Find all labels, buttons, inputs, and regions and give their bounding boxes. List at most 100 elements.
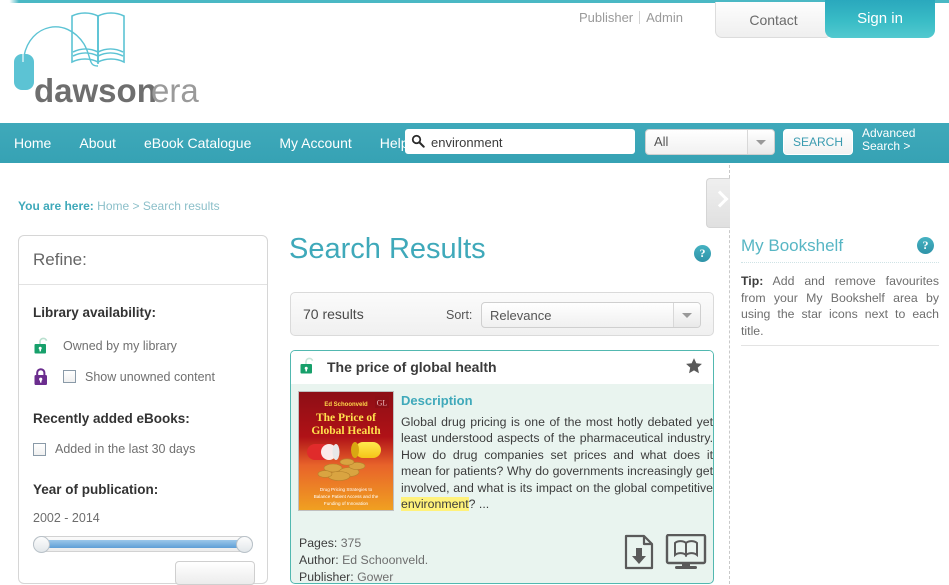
svg-text:GL: GL: [377, 399, 388, 408]
logo-wordmark-light: era: [151, 72, 199, 109]
year-slider-handle-min[interactable]: [33, 536, 50, 553]
page-root: Publisher Admin Contact Sign in dawson e…: [0, 0, 949, 585]
nav-item-about[interactable]: About: [65, 123, 130, 163]
results-sort-bar: 70 results Sort: Relevance: [290, 292, 714, 336]
search-input[interactable]: [429, 130, 633, 155]
bookshelf-panel: [733, 165, 949, 584]
cover-subtitle-2: Balance Patient Access and the: [314, 494, 379, 499]
breadcrumb-prefix: You are here:: [18, 199, 94, 213]
breadcrumb-separator: >: [132, 199, 140, 213]
year-slider-fill: [44, 540, 244, 548]
description-text: Global drug pricing is one of the most h…: [401, 414, 713, 512]
show-unowned-checkbox[interactable]: [63, 370, 76, 383]
search-wrap: [405, 129, 635, 155]
breadcrumb-home[interactable]: Home: [97, 199, 129, 213]
nav-item-home[interactable]: Home: [0, 123, 65, 163]
cover-author: Ed Schoonveld: [324, 402, 368, 408]
show-unowned-label: Show unowned content: [85, 370, 215, 384]
added-last-30-label: Added in the last 30 days: [55, 442, 196, 456]
bookshelf-tip-label: Tip:: [741, 274, 764, 288]
result-title-link[interactable]: The price of global health: [327, 359, 497, 375]
bookshelf-tip: Tip: Add and remove favourites from your…: [741, 273, 939, 339]
bookshelf-title-rule: [741, 262, 939, 263]
author-row: Author: Ed Schoonveld.: [299, 552, 428, 569]
refine-panel: Refine: Library availability: Owned by m…: [18, 235, 268, 585]
pages-key: Pages:: [299, 536, 338, 550]
top-links: Publisher Admin: [573, 10, 689, 25]
result-card-header: The price of global health: [291, 351, 713, 384]
search-button[interactable]: SEARCH: [783, 129, 853, 155]
show-unowned-row: Show unowned content: [33, 367, 253, 389]
chevron-down-icon: [756, 140, 766, 145]
search-box[interactable]: [405, 129, 635, 155]
bookshelf-bottom-rule: [741, 345, 939, 346]
search-scope-value: All: [654, 134, 669, 149]
search-scope-arrow[interactable]: [747, 130, 774, 154]
added-last-30-checkbox[interactable]: [33, 443, 46, 456]
added-last-30-row: Added in the last 30 days: [33, 440, 253, 460]
publisher-value: Gower: [357, 570, 394, 584]
refine-apply-button[interactable]: [175, 561, 255, 585]
author-value: Ed Schoonveld.: [342, 553, 429, 567]
sort-select-arrow[interactable]: [673, 303, 700, 327]
advanced-search-link[interactable]: Advanced Search >: [862, 127, 942, 153]
year-slider-handle-max[interactable]: [236, 536, 253, 553]
results-help-icon[interactable]: ?: [694, 245, 711, 262]
year-range-slider[interactable]: [33, 536, 253, 553]
owned-by-library-row: Owned by my library: [33, 336, 253, 358]
pages-value: 375: [340, 536, 362, 550]
logo-wordmark-bold: dawson: [34, 72, 157, 109]
sign-in-button[interactable]: Sign in: [825, 0, 935, 38]
cover-subtitle-1: Drug Pricing Strategies to: [320, 487, 373, 492]
chevron-down-icon: [682, 313, 692, 318]
nav-item-ebook-catalogue[interactable]: eBook Catalogue: [130, 123, 265, 163]
search-icon: [411, 134, 425, 148]
lock-open-icon: [300, 357, 314, 374]
cover-title-1: The Price of: [316, 412, 376, 424]
year-range-value: 2002 - 2014: [33, 511, 100, 525]
refine-body: Library availability: Owned by my librar…: [19, 285, 267, 585]
nav-items: Home About eBook Catalogue My Account Help: [0, 123, 423, 163]
description-text-pre: Global drug pricing is one of the most h…: [401, 415, 713, 495]
bookshelf-tip-text: Add and remove favourites from your My B…: [741, 274, 939, 338]
star-icon[interactable]: [685, 357, 703, 375]
breadcrumb-current: Search results: [142, 199, 220, 213]
sort-select[interactable]: Relevance: [481, 302, 701, 328]
library-availability-heading: Library availability:: [33, 305, 157, 320]
results-count: 70 results: [303, 306, 364, 322]
year-of-publication-heading: Year of publication:: [33, 482, 159, 497]
bookshelf-title: My Bookshelf: [741, 236, 844, 255]
description-heading: Description: [401, 393, 473, 408]
bookshelf-help-icon[interactable]: ?: [917, 237, 934, 254]
description-highlight: environment: [401, 497, 469, 512]
recently-added-heading: Recently added eBooks:: [33, 411, 190, 426]
sort-selected-value: Relevance: [490, 308, 552, 323]
download-icon[interactable]: [624, 534, 654, 570]
author-key: Author:: [299, 553, 339, 567]
breadcrumb: You are here: Home > Search results: [18, 199, 220, 213]
cover-title-2: Global Health: [311, 425, 381, 437]
sort-label: Sort:: [446, 308, 473, 322]
main-navigation-bar: HomeAbouteBook CatalogueMy AccountHelp A…: [0, 123, 949, 163]
nav-item-my-account[interactable]: My Account: [265, 123, 365, 163]
dawsonera-logo[interactable]: dawson era: [10, 10, 230, 110]
owned-by-library-label: Owned by my library: [63, 339, 177, 353]
publisher-key: Publisher:: [299, 570, 354, 584]
pages-row: Pages: 375: [299, 535, 428, 552]
contact-button[interactable]: Contact: [715, 2, 832, 38]
cover-subtitle-3: Funding of Innovation: [324, 501, 369, 506]
bookshelf-collapse-toggle[interactable]: [706, 178, 730, 228]
refine-heading: Refine:: [19, 236, 267, 285]
lock-closed-icon: [34, 368, 47, 385]
chevron-right-icon: [711, 190, 729, 208]
book-cover-thumbnail[interactable]: Ed Schoonveld The Price of Global Health…: [298, 391, 394, 511]
publisher-row: Publisher: Gower: [299, 569, 428, 584]
admin-link[interactable]: Admin: [640, 10, 689, 25]
lock-open-icon: [34, 337, 48, 354]
description-text-post: ? ...: [468, 497, 490, 512]
result-metadata: Pages: 375 Author: Ed Schoonveld. Publis…: [299, 535, 428, 584]
publisher-link[interactable]: Publisher: [573, 10, 639, 25]
search-scope-select[interactable]: All: [645, 129, 775, 155]
page-title: Search Results: [289, 233, 486, 265]
read-online-icon[interactable]: [665, 534, 707, 572]
